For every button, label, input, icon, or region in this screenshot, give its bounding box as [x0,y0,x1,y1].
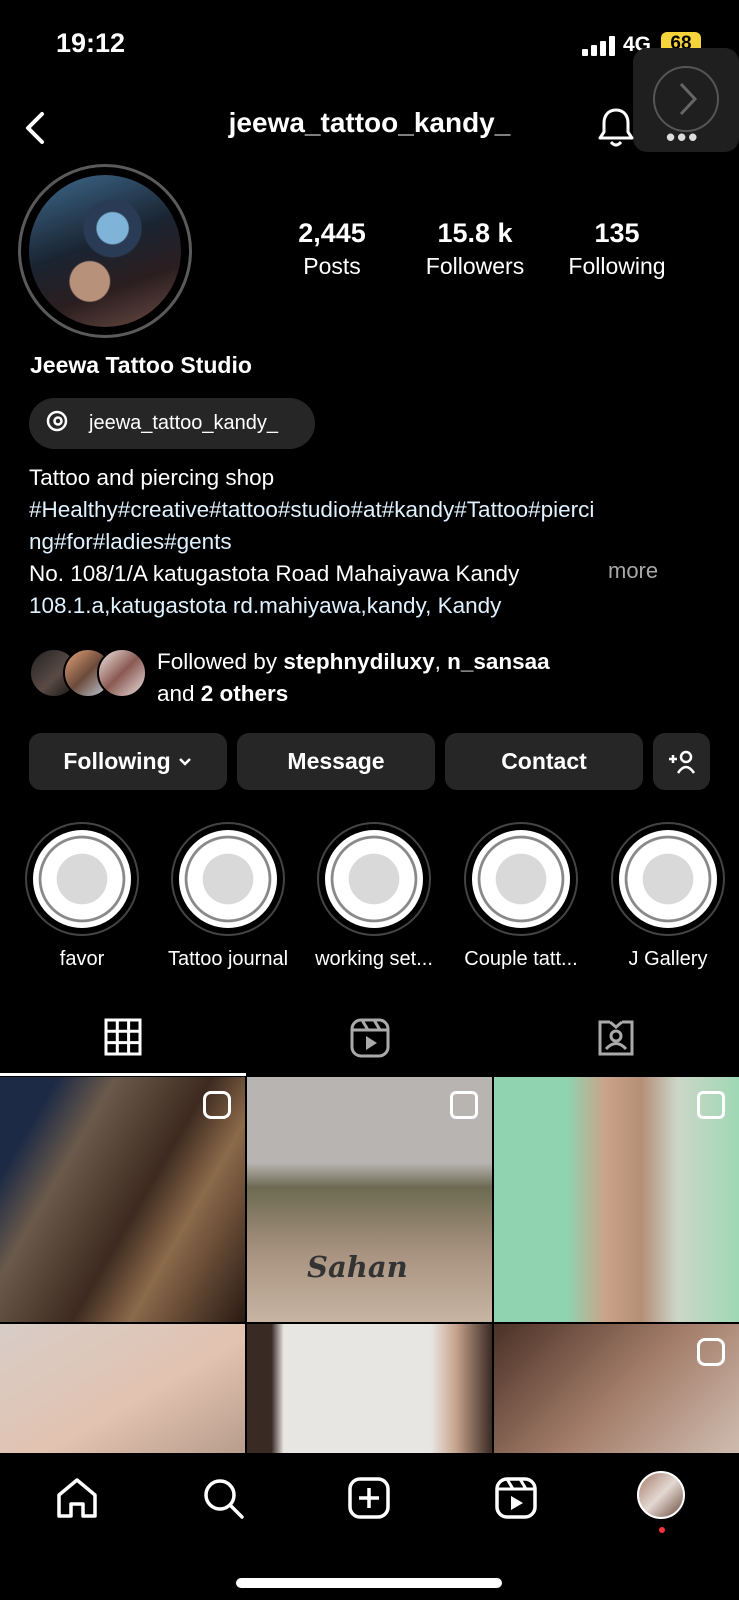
follower-name[interactable]: n_sansaa [447,649,550,674]
bio-hashtags-cont[interactable]: ng#for#ladies#gents [29,526,709,558]
highlight-item[interactable]: working set... [314,822,434,971]
highlight-label: Couple tatt... [464,948,578,970]
highlight-item[interactable]: Couple tatt... [461,822,581,971]
followers-label: Followers [425,253,525,279]
highlight-cover [25,822,139,936]
bio-line: Tattoo and piercing shop [29,465,275,490]
post-thumbnail[interactable]: Sahan [247,1077,492,1322]
threads-handle: jeewa_tattoo_kandy_ [89,412,279,434]
highlight-label: working set... [315,948,433,970]
notification-dot [659,1527,665,1533]
add-user-icon [668,750,695,774]
tagged-icon[interactable] [596,1018,636,1058]
create-icon[interactable] [346,1475,392,1521]
highlight-item[interactable]: Tattoo journal [168,822,288,971]
highlight-label: J Gallery [628,948,708,970]
signal-icon [582,36,615,56]
followers-count: 15.8 k [437,218,513,248]
display-name: Jeewa Tattoo Studio [30,352,252,378]
status-bar: 19:12 4G 68 [0,0,739,90]
profile-avatar[interactable] [29,175,181,327]
highlight-item[interactable]: favor [22,822,142,971]
bio-location-link[interactable]: 108.1.a,katugastota rd.mahiyawa,kandy, K… [29,590,709,622]
search-icon[interactable] [200,1475,246,1521]
post-thumbnail[interactable] [494,1077,739,1322]
more-icon[interactable]: ••• [666,122,699,153]
separator: , [434,649,448,674]
highlight-label: favor [59,948,105,970]
highlight-cover [464,822,578,936]
following-label: Following [63,748,171,774]
following-count: 135 [594,218,640,248]
following-stat[interactable]: 135 Following [560,218,674,280]
home-indicator[interactable] [236,1578,502,1588]
followed-by-text: Followed by stephnydiluxy, n_sansaa and … [157,646,550,710]
highlight-cover [317,822,431,936]
reels-icon[interactable] [493,1475,539,1521]
followers-stat[interactable]: 15.8 k Followers [414,218,536,280]
highlight-cover [171,822,285,936]
post-thumbnail[interactable] [0,1077,245,1322]
follower-avatar [97,648,147,698]
threads-icon [45,409,71,439]
chevron-down-icon [178,757,191,766]
message-button[interactable]: Message [237,733,435,790]
bio-hashtags[interactable]: #Healthy#creative#tattoo#studio#at#kandy… [29,494,709,526]
bio-address: No. 108/1/A katugastota Road Mahaiyawa K… [29,561,520,586]
reels-icon[interactable] [350,1018,390,1058]
followed-prefix: Followed by [157,649,284,674]
contact-button[interactable]: Contact [445,733,643,790]
posts-count: 2,445 [298,218,366,248]
owl-logo-icon [179,830,277,928]
owl-logo-icon [472,830,570,928]
reel-badge-icon [203,1091,231,1119]
post-thumbnail[interactable] [0,1324,245,1453]
posts-label: Posts [303,253,361,279]
suggest-users-button[interactable] [653,733,710,790]
and-text: and [157,681,201,706]
bio-more-button[interactable]: more [608,558,658,584]
followed-by[interactable]: Followed by stephnydiluxy, n_sansaa and … [29,648,709,706]
highlight-cover [611,822,725,936]
active-tab-indicator [0,1073,246,1076]
posts-stat[interactable]: 2,445 Posts [286,218,378,280]
grid-icon[interactable] [104,1018,142,1056]
followed-others[interactable]: 2 others [201,681,289,706]
threads-link[interactable]: jeewa_tattoo_kandy_ [29,398,315,449]
status-time: 19:12 [56,28,126,58]
following-label: Following [568,253,666,279]
bio: Tattoo and piercing shop #Healthy#creati… [29,462,709,622]
carousel-badge-icon [697,1091,725,1119]
following-button[interactable]: Following [29,733,227,790]
home-icon[interactable] [54,1475,100,1521]
post-thumbnail[interactable] [247,1324,492,1453]
reel-badge-icon [697,1338,725,1366]
highlight-item[interactable]: J Gallery [608,822,728,971]
follower-name[interactable]: stephnydiluxy [283,649,434,674]
carousel-badge-icon [450,1091,478,1119]
owl-logo-icon [619,830,717,928]
post-thumbnail[interactable] [494,1324,739,1453]
profile-tabs [0,1010,739,1076]
owl-logo-icon [33,830,131,928]
posts-grid: Sahan [0,1077,739,1453]
highlight-label: Tattoo journal [167,948,289,970]
tattoo-lettering: Sahan [307,1250,408,1284]
owl-logo-icon [325,830,423,928]
bell-icon[interactable] [594,104,638,150]
profile-avatar[interactable] [637,1471,685,1519]
